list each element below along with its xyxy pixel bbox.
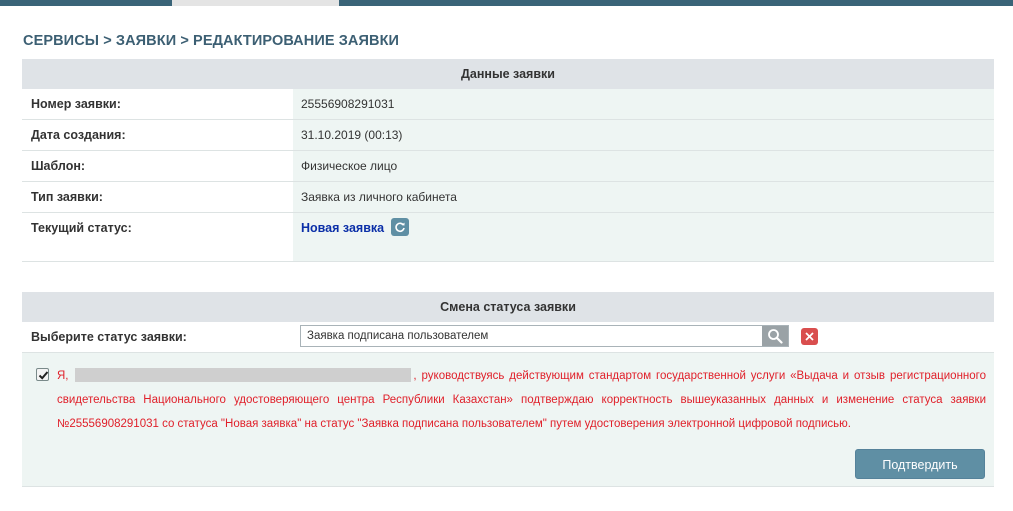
row-request-number: Номер заявки: 25556908291031 (22, 89, 994, 120)
consent-area: Я, , руководствуясь действующим стандарт… (22, 352, 994, 487)
request-data-title: Данные заявки (22, 59, 994, 89)
top-navigation-bar (0, 0, 1013, 6)
current-status-link[interactable]: Новая заявка (301, 221, 384, 235)
status-search-button[interactable] (762, 326, 788, 346)
redacted-name (75, 367, 412, 382)
status-select[interactable] (300, 325, 789, 347)
search-icon (768, 329, 783, 344)
current-status-label: Текущий статус: (22, 213, 293, 261)
refresh-icon (395, 222, 405, 232)
created-date-label: Дата создания: (22, 120, 293, 150)
active-tab[interactable] (172, 0, 339, 6)
refresh-status-button[interactable] (391, 217, 410, 236)
close-icon (805, 332, 814, 341)
row-template: Шаблон: Физическое лицо (22, 151, 994, 182)
request-type-label: Тип заявки: (22, 182, 293, 212)
check-icon (38, 371, 49, 380)
breadcrumb: СЕРВИСЫ > ЗАЯВКИ > РЕДАКТИРОВАНИЕ ЗАЯВКИ (23, 33, 400, 49)
request-number-value: 25556908291031 (293, 89, 994, 119)
clear-status-button[interactable] (801, 328, 818, 345)
confirm-button[interactable]: Подтвердить (855, 449, 985, 479)
request-number-label: Номер заявки: (22, 89, 293, 119)
created-date-value: 31.10.2019 (00:13) (293, 120, 994, 150)
request-data-panel: Данные заявки Номер заявки: 255569082910… (22, 59, 994, 262)
consent-text: Я, , руководствуясь действующим стандарт… (57, 364, 986, 436)
template-label: Шаблон: (22, 151, 293, 181)
consent-prefix: Я, (57, 370, 69, 382)
select-status-label: Выберите статус заявки: (22, 322, 293, 352)
template-value: Физическое лицо (293, 151, 994, 181)
status-change-title: Смена статуса заявки (22, 292, 994, 322)
row-request-type: Тип заявки: Заявка из личного кабинета (22, 182, 994, 213)
row-current-status: Текущий статус: Новая заявка (22, 213, 994, 262)
row-created-date: Дата создания: 31.10.2019 (00:13) (22, 120, 994, 151)
status-select-input[interactable] (301, 326, 761, 346)
consent-checkbox[interactable] (36, 368, 49, 381)
current-status-cell: Новая заявка (293, 213, 994, 261)
request-type-value: Заявка из личного кабинета (293, 182, 994, 212)
